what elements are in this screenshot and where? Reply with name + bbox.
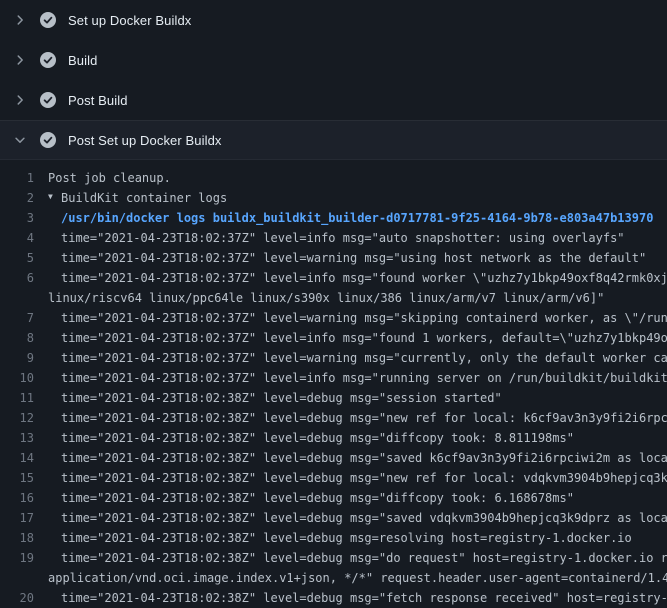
- step-title: Build: [68, 53, 97, 68]
- log-area: 1Post job cleanup.2▼BuildKit container l…: [0, 160, 667, 608]
- log-line-number[interactable]: 6: [0, 268, 48, 288]
- log-command-text: /usr/bin/docker logs buildx_buildkit_bui…: [48, 208, 653, 228]
- log-line-text: linux/riscv64 linux/ppc64le linux/s390x …: [48, 288, 604, 308]
- log-line: 15time="2021-04-23T18:02:38Z" level=debu…: [0, 468, 667, 488]
- log-line-number[interactable]: 7: [0, 308, 48, 328]
- log-line-number[interactable]: 14: [0, 448, 48, 468]
- log-line-text: time="2021-04-23T18:02:37Z" level=info m…: [48, 368, 667, 388]
- log-line-text: Post job cleanup.: [48, 168, 171, 188]
- check-circle-icon: [40, 12, 56, 28]
- log-line: application/vnd.oci.image.index.v1+json,…: [0, 568, 667, 588]
- log-line-text: time="2021-04-23T18:02:37Z" level=warnin…: [48, 248, 646, 268]
- log-line-text: time="2021-04-23T18:02:38Z" level=debug …: [48, 488, 574, 508]
- chevron-right-icon: [12, 13, 28, 27]
- log-line-number[interactable]: 10: [0, 368, 48, 388]
- log-line: 10time="2021-04-23T18:02:37Z" level=info…: [0, 368, 667, 388]
- log-line: 2▼BuildKit container logs: [0, 188, 667, 208]
- log-line-text[interactable]: BuildKit container logs: [61, 188, 227, 208]
- log-line: 17time="2021-04-23T18:02:38Z" level=debu…: [0, 508, 667, 528]
- log-line: 1Post job cleanup.: [0, 168, 667, 188]
- check-circle-icon: [40, 52, 56, 68]
- log-line: 7time="2021-04-23T18:02:37Z" level=warni…: [0, 308, 667, 328]
- log-line: 8time="2021-04-23T18:02:37Z" level=info …: [0, 328, 667, 348]
- log-line-text: time="2021-04-23T18:02:38Z" level=debug …: [48, 408, 667, 428]
- log-line-number[interactable]: 9: [0, 348, 48, 368]
- check-circle-icon: [40, 92, 56, 108]
- log-line-text: time="2021-04-23T18:02:38Z" level=debug …: [48, 528, 632, 548]
- log-line-text: time="2021-04-23T18:02:37Z" level=warnin…: [48, 348, 667, 368]
- log-line: 9time="2021-04-23T18:02:37Z" level=warni…: [0, 348, 667, 368]
- log-line-number[interactable]: 19: [0, 548, 48, 568]
- log-line-number[interactable]: 3: [0, 208, 48, 228]
- log-line-text: time="2021-04-23T18:02:37Z" level=info m…: [48, 268, 667, 288]
- log-line-text: time="2021-04-23T18:02:37Z" level=info m…: [48, 228, 625, 248]
- log-line-number[interactable]: 13: [0, 428, 48, 448]
- log-line: 4time="2021-04-23T18:02:37Z" level=info …: [0, 228, 667, 248]
- log-line-text: time="2021-04-23T18:02:38Z" level=debug …: [48, 468, 667, 488]
- log-line-number[interactable]: 1: [0, 168, 48, 188]
- chevron-down-icon: [12, 133, 28, 147]
- log-line-number[interactable]: 17: [0, 508, 48, 528]
- log-line: 20time="2021-04-23T18:02:38Z" level=debu…: [0, 588, 667, 608]
- step-header-build[interactable]: Build: [0, 40, 667, 80]
- log-line-number[interactable]: 16: [0, 488, 48, 508]
- step-section-list: Set up Docker Buildx Build Post Build Post …: [0, 0, 667, 160]
- log-line: 19time="2021-04-23T18:02:38Z" level=debu…: [0, 548, 667, 568]
- log-line: 13time="2021-04-23T18:02:38Z" level=debu…: [0, 428, 667, 448]
- chevron-right-icon: [12, 53, 28, 67]
- log-line-number[interactable]: 5: [0, 248, 48, 268]
- log-line-text: time="2021-04-23T18:02:38Z" level=debug …: [48, 428, 574, 448]
- log-line-number[interactable]: 11: [0, 388, 48, 408]
- step-header-set-up-docker-buildx[interactable]: Set up Docker Buildx: [0, 0, 667, 40]
- step-header-post-set-up-docker-buildx[interactable]: Post Set up Docker Buildx: [0, 120, 667, 160]
- log-line-text: time="2021-04-23T18:02:37Z" level=warnin…: [48, 308, 667, 328]
- log-line: 16time="2021-04-23T18:02:38Z" level=debu…: [0, 488, 667, 508]
- step-title: Post Build: [68, 93, 128, 108]
- log-line: 18time="2021-04-23T18:02:38Z" level=debu…: [0, 528, 667, 548]
- log-line-text: application/vnd.oci.image.index.v1+json,…: [48, 568, 667, 588]
- actions-log-panel: Set up Docker Buildx Build Post Build Post …: [0, 0, 667, 608]
- log-line: 5time="2021-04-23T18:02:37Z" level=warni…: [0, 248, 667, 268]
- log-line-number[interactable]: 20: [0, 588, 48, 608]
- check-circle-icon: [40, 132, 56, 148]
- step-header-post-build[interactable]: Post Build: [0, 80, 667, 120]
- log-line-number[interactable]: 15: [0, 468, 48, 488]
- log-line-text: time="2021-04-23T18:02:38Z" level=debug …: [48, 588, 667, 608]
- log-line-number: [0, 288, 48, 308]
- log-line: linux/riscv64 linux/ppc64le linux/s390x …: [0, 288, 667, 308]
- chevron-right-icon: [12, 93, 28, 107]
- log-line: 11time="2021-04-23T18:02:38Z" level=debu…: [0, 388, 667, 408]
- log-line-number: [0, 568, 48, 588]
- group-toggle-icon[interactable]: ▼: [48, 188, 61, 207]
- log-line-number[interactable]: 12: [0, 408, 48, 428]
- log-line: 6time="2021-04-23T18:02:37Z" level=info …: [0, 268, 667, 288]
- log-line-number[interactable]: 8: [0, 328, 48, 348]
- log-line-text: time="2021-04-23T18:02:38Z" level=debug …: [48, 548, 667, 568]
- log-line-text: time="2021-04-23T18:02:38Z" level=debug …: [48, 508, 667, 528]
- log-line-text: time="2021-04-23T18:02:38Z" level=debug …: [48, 448, 667, 468]
- log-line-number[interactable]: 18: [0, 528, 48, 548]
- log-line-text: time="2021-04-23T18:02:38Z" level=debug …: [48, 388, 502, 408]
- step-title: Post Set up Docker Buildx: [68, 133, 222, 148]
- log-line-number[interactable]: 2: [0, 188, 48, 208]
- log-line: 12time="2021-04-23T18:02:38Z" level=debu…: [0, 408, 667, 428]
- log-line-number[interactable]: 4: [0, 228, 48, 248]
- log-line: 14time="2021-04-23T18:02:38Z" level=debu…: [0, 448, 667, 468]
- log-line-text: time="2021-04-23T18:02:37Z" level=info m…: [48, 328, 667, 348]
- log-line: 3/usr/bin/docker logs buildx_buildkit_bu…: [0, 208, 667, 228]
- step-title: Set up Docker Buildx: [68, 13, 191, 28]
